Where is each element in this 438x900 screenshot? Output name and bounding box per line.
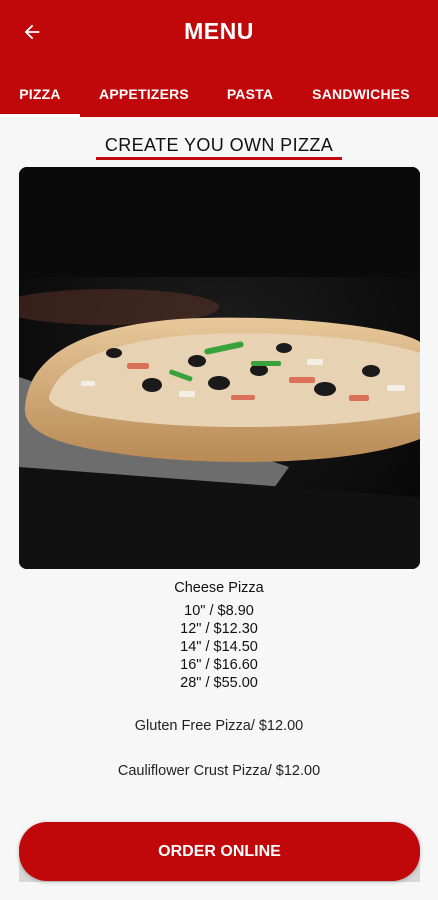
category-tabs: PIZZA APPETIZERS PASTA SANDWICHES <box>0 70 438 117</box>
size-price: 12" / $12.30 <box>180 621 258 637</box>
size-price: 16" / $16.60 <box>180 657 258 673</box>
size-price-list: 10" / $8.90 12" / $12.30 14" / $14.50 16… <box>0 602 438 692</box>
tab-pizza[interactable]: PIZZA <box>0 70 80 117</box>
app-header: MENU PIZZA APPETIZERS PASTA SANDWICHES <box>0 0 438 117</box>
size-price: 28" / $55.00 <box>180 675 258 691</box>
tab-sandwiches[interactable]: SANDWICHES <box>300 70 422 117</box>
item-name: Cheese Pizza <box>174 580 264 596</box>
pizza-photo <box>19 167 420 569</box>
order-online-button[interactable]: ORDER ONLINE <box>19 822 420 881</box>
page-title: MENU <box>184 18 254 44</box>
gluten-free-price: Gluten Free Pizza/ $12.00 <box>134 718 304 734</box>
section-title: CREATE YOU OWN PIZZA <box>104 135 334 155</box>
item-info: Cheese Pizza 10" / $8.90 12" / $12.30 14… <box>0 580 438 779</box>
tab-appetizers[interactable]: APPETIZERS <box>88 70 200 117</box>
tab-pasta[interactable]: PASTA <box>214 70 286 117</box>
cauliflower-crust-price: Cauliflower Crust Pizza/ $12.00 <box>117 763 321 779</box>
size-price: 14" / $14.50 <box>180 639 258 655</box>
size-price: 10" / $8.90 <box>184 603 254 619</box>
section-underline <box>96 157 342 160</box>
